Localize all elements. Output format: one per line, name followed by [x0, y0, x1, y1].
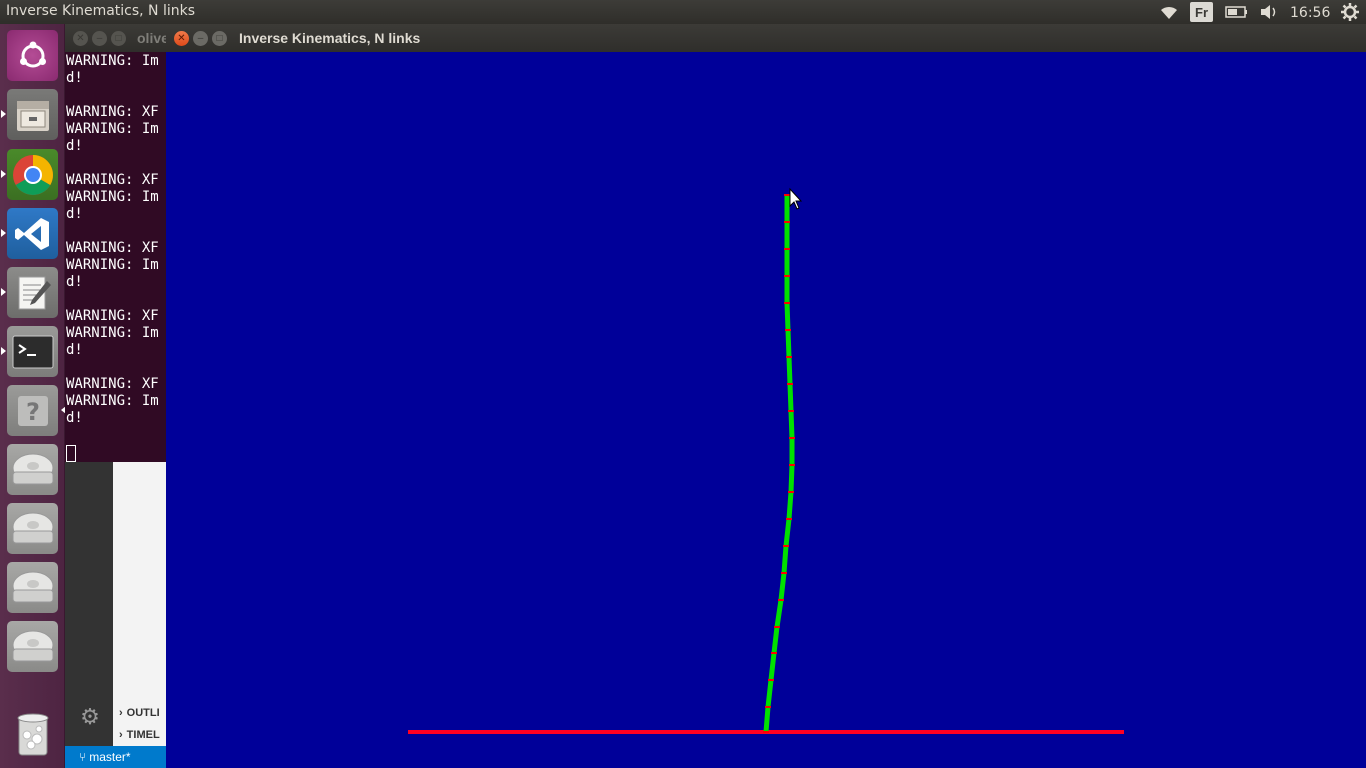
- vscode-icon[interactable]: [1, 208, 58, 259]
- text-editor-icon[interactable]: [1, 267, 58, 318]
- svg-text:?: ?: [26, 398, 40, 426]
- clock[interactable]: 16:56: [1290, 3, 1330, 23]
- vscode-window[interactable]: ⚙ › OUTLI › TIMEL ⑂ master*: [65, 462, 166, 768]
- minimize-icon[interactable]: –: [92, 31, 107, 46]
- outline-section[interactable]: › OUTLI: [113, 702, 166, 724]
- volume-icon[interactable]: [1258, 2, 1280, 22]
- battery-icon[interactable]: [1224, 2, 1250, 22]
- vscode-status-bar: ⑂ master*: [65, 746, 166, 768]
- timeline-section[interactable]: › TIMEL: [113, 724, 166, 746]
- close-icon[interactable]: ✕: [73, 31, 88, 46]
- ik-window-title: Inverse Kinematics, N links: [239, 30, 421, 46]
- ik-titlebar[interactable]: ✕ – □ Inverse Kinematics, N links: [166, 24, 1366, 52]
- ik-window[interactable]: ✕ – □ Inverse Kinematics, N links: [166, 24, 1366, 768]
- chevron-right-icon: ›: [119, 707, 123, 719]
- terminal-titlebar[interactable]: ✕ – □ olive: [65, 24, 175, 52]
- files-icon[interactable]: [1, 89, 58, 140]
- terminal-output[interactable]: WARNING: Im d! WARNING: XF WARNING: Im d…: [66, 53, 159, 427]
- active-window-title: Inverse Kinematics, N links: [6, 3, 196, 19]
- chrome-icon[interactable]: [1, 149, 58, 200]
- top-panel: Inverse Kinematics, N links Fr 16:56: [0, 0, 1366, 24]
- maximize-icon[interactable]: □: [111, 31, 126, 46]
- maximize-icon[interactable]: □: [212, 31, 227, 46]
- trash-icon[interactable]: [7, 708, 58, 759]
- minimize-icon[interactable]: –: [193, 31, 208, 46]
- canvas-background: [166, 52, 1366, 768]
- drive-icon[interactable]: [7, 562, 58, 613]
- terminal-title: olive: [137, 30, 169, 46]
- close-icon[interactable]: ✕: [174, 31, 189, 46]
- branch-label[interactable]: master*: [89, 750, 130, 764]
- drive-icon[interactable]: [7, 503, 58, 554]
- launcher: ?: [0, 24, 66, 768]
- chevron-right-icon: ›: [119, 729, 123, 741]
- help-icon[interactable]: ?: [7, 385, 66, 436]
- drive-icon[interactable]: [7, 621, 58, 672]
- keyboard-layout-indicator[interactable]: Fr: [1190, 2, 1213, 22]
- manage-gear-icon[interactable]: ⚙: [77, 704, 103, 730]
- terminal-cursor: [66, 445, 76, 462]
- git-branch-icon[interactable]: ⑂: [79, 750, 86, 764]
- ubuntu-dash-icon[interactable]: [7, 30, 58, 81]
- drive-icon[interactable]: [7, 444, 58, 495]
- wifi-icon[interactable]: [1158, 2, 1180, 22]
- settings-gear-icon[interactable]: [1338, 2, 1362, 22]
- ik-canvas[interactable]: [166, 52, 1366, 768]
- terminal-icon[interactable]: [1, 326, 58, 377]
- terminal-window[interactable]: ✕ – □ olive WARNING: Im d! WARNING: XF W…: [65, 24, 175, 462]
